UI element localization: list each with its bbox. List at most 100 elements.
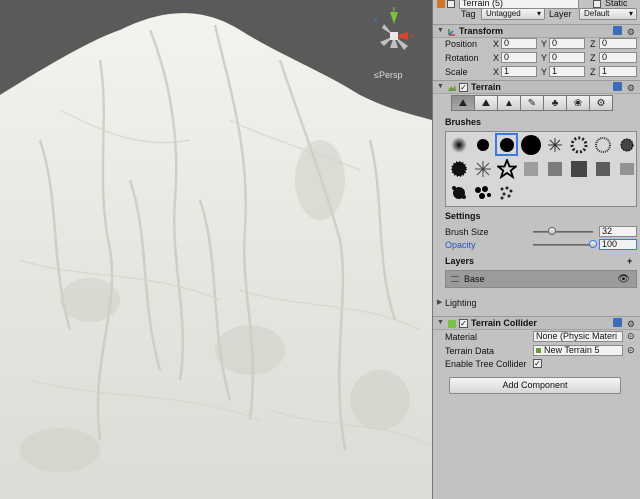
transform-title: Transform	[459, 26, 504, 36]
paint-height-icon[interactable]: ⛰	[474, 95, 498, 111]
static-checkbox[interactable]	[593, 0, 601, 8]
brush-item[interactable]	[567, 157, 590, 180]
help-icon[interactable]	[613, 82, 623, 91]
brush-item[interactable]	[471, 133, 494, 156]
brush-item[interactable]	[567, 181, 590, 204]
scale-y-field[interactable]: 1	[549, 66, 585, 77]
brush-item[interactable]	[519, 157, 542, 180]
scale-z-field[interactable]: 1	[599, 66, 637, 77]
settings-gear-icon[interactable]: ⚙	[627, 319, 637, 329]
brush-item[interactable]	[471, 181, 494, 204]
brush-size-slider-handle[interactable]	[548, 227, 557, 235]
brush-item[interactable]	[471, 157, 494, 180]
terrain-asset-icon	[536, 348, 541, 353]
projection-label[interactable]: ≤Persp	[374, 70, 402, 80]
settings-icon[interactable]: ⚙	[589, 95, 613, 111]
drag-handle-icon[interactable]	[451, 276, 459, 282]
brush-item[interactable]	[567, 133, 590, 156]
object-picker-icon[interactable]: ⊙	[627, 331, 635, 342]
brush-item[interactable]	[591, 181, 614, 204]
scale-label: Scale	[445, 67, 468, 77]
brush-item[interactable]	[495, 181, 518, 204]
layer-label: Layer	[549, 9, 572, 19]
opacity-slider-handle[interactable]	[589, 240, 597, 248]
axis-x-label: X	[493, 53, 500, 63]
terrain-collider-header[interactable]: ▼ ✓ Terrain Collider ⚙	[433, 316, 640, 330]
brush-item[interactable]	[591, 157, 614, 180]
transform-icon	[448, 29, 455, 36]
paint-details-icon[interactable]: ❀	[566, 95, 590, 111]
brush-item[interactable]	[447, 157, 470, 180]
rotation-label: Rotation	[445, 53, 479, 63]
tag-label: Tag	[461, 9, 476, 19]
object-picker-icon[interactable]: ⊙	[627, 345, 635, 356]
terrain-enabled-checkbox[interactable]: ✓	[459, 83, 468, 92]
brush-item[interactable]	[543, 181, 566, 204]
tree-collider-checkbox[interactable]: ✓	[533, 359, 542, 368]
place-trees-icon[interactable]: ♣	[543, 95, 567, 111]
lighting-foldout-arrow-icon[interactable]: ▶	[437, 298, 442, 306]
brush-item[interactable]	[447, 181, 470, 204]
brush-size-field[interactable]: 32	[599, 226, 637, 237]
terrain-header[interactable]: ▼ ✓ Terrain ⚙	[433, 80, 640, 94]
axis-y-label: Y	[541, 39, 548, 49]
opacity-slider[interactable]	[533, 244, 593, 246]
transform-header[interactable]: ▼ Transform ⚙	[433, 24, 640, 38]
position-x-field[interactable]: 0	[501, 38, 537, 49]
scene-gizmo[interactable]: y x z	[368, 6, 420, 66]
fold-arrow-icon[interactable]: ▼	[437, 83, 444, 90]
tag-dropdown[interactable]: Untagged	[481, 8, 545, 20]
tree-collider-label: Enable Tree Collider	[445, 359, 527, 369]
inspector-panel: Terrain (5) Static Tag Untagged Layer De…	[432, 0, 640, 499]
fold-arrow-icon[interactable]: ▼	[437, 27, 444, 34]
brush-size-slider[interactable]	[533, 231, 593, 233]
brush-item[interactable]	[615, 157, 638, 180]
terrain-mesh[interactable]	[0, 0, 432, 499]
settings-gear-icon[interactable]: ⚙	[627, 83, 637, 93]
settings-section-label: Settings	[445, 211, 481, 221]
layer-list-item[interactable]: Base 👁	[445, 270, 637, 288]
scale-x-field[interactable]: 1	[501, 66, 537, 77]
axis-x-label: X	[493, 39, 500, 49]
help-icon[interactable]	[613, 318, 623, 327]
unity-editor: y x z ≤Persp Terrain (5) Static Tag Unta…	[0, 0, 640, 499]
position-y-field[interactable]: 0	[549, 38, 585, 49]
gizmo-z-label: z	[374, 17, 378, 24]
settings-gear-icon[interactable]: ⚙	[627, 27, 637, 37]
terrain-data-field[interactable]: New Terrain 5	[533, 345, 623, 356]
brush-item[interactable]	[615, 133, 638, 156]
lighting-foldout[interactable]: Lighting	[445, 298, 477, 308]
brush-item[interactable]	[519, 133, 542, 156]
brush-item[interactable]	[543, 133, 566, 156]
layer-dropdown[interactable]: Default	[579, 8, 637, 20]
brush-item[interactable]	[591, 133, 614, 156]
brush-item[interactable]	[495, 157, 518, 180]
add-layer-button[interactable]: +	[627, 256, 632, 266]
rotation-z-field[interactable]: 0	[599, 52, 637, 63]
brush-item[interactable]	[519, 181, 542, 204]
fold-arrow-icon[interactable]: ▼	[437, 319, 444, 326]
material-field[interactable]: None (Physic Materi	[533, 331, 623, 342]
brush-size-label: Brush Size	[445, 227, 489, 237]
brush-item[interactable]	[615, 181, 638, 204]
active-checkbox[interactable]	[447, 0, 455, 8]
opacity-field[interactable]: 100	[599, 239, 637, 250]
collider-enabled-checkbox[interactable]: ✓	[459, 319, 468, 328]
add-component-button[interactable]: Add Component	[449, 377, 621, 394]
position-z-field[interactable]: 0	[599, 38, 637, 49]
axis-z-label: Z	[590, 39, 596, 49]
terrain-collider-icon	[448, 320, 456, 328]
axis-y-label: Y	[541, 67, 548, 77]
brush-grid	[445, 131, 637, 207]
brush-item[interactable]	[447, 133, 470, 156]
rotation-x-field[interactable]: 0	[501, 52, 537, 63]
raise-lower-icon[interactable]: ⛰	[451, 95, 475, 111]
rotation-y-field[interactable]: 0	[549, 52, 585, 63]
paint-texture-icon[interactable]: ✎	[520, 95, 544, 111]
eye-icon[interactable]: 👁	[617, 274, 630, 285]
scene-view[interactable]: y x z ≤Persp	[0, 0, 432, 499]
help-icon[interactable]	[613, 26, 623, 35]
brush-item-selected[interactable]	[495, 133, 518, 156]
brush-item[interactable]	[543, 157, 566, 180]
smooth-height-icon[interactable]: ▲	[497, 95, 521, 111]
